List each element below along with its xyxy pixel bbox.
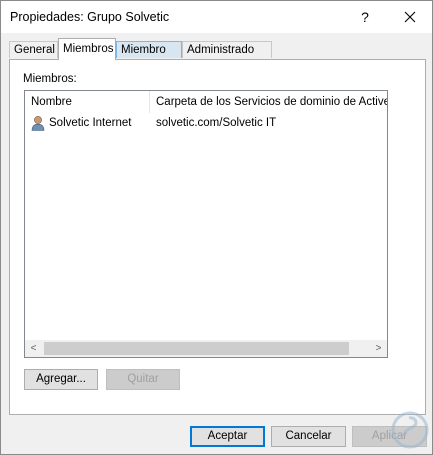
user-icon xyxy=(31,116,45,131)
add-button[interactable]: Agregar... xyxy=(24,369,98,390)
tab-strip: General Miembros Miembro de Administrado… xyxy=(1,37,432,73)
remove-button[interactable]: Quitar xyxy=(106,369,180,390)
title-bar: Propiedades: Grupo Solvetic ? xyxy=(1,1,432,33)
member-name: Solvetic Internet xyxy=(49,117,132,129)
cancel-button[interactable]: Cancelar xyxy=(271,426,346,447)
close-button[interactable] xyxy=(396,4,424,30)
tab-page-miembros: Miembros: Nombre Carpeta de los Servicio… xyxy=(9,59,426,415)
horizontal-scrollbar[interactable]: < > xyxy=(25,340,387,357)
column-header-nombre[interactable]: Nombre xyxy=(25,91,149,113)
watermark-logo xyxy=(391,411,429,449)
tab-administrado-por[interactable]: Administrado por xyxy=(182,41,272,73)
scrollbar-thumb[interactable] xyxy=(44,342,349,355)
list-header: Nombre Carpeta de los Servicios de domin… xyxy=(25,91,387,113)
scroll-left-button[interactable]: < xyxy=(25,340,42,357)
help-button[interactable]: ? xyxy=(351,4,379,30)
tab-miembro-de[interactable]: Miembro de xyxy=(116,41,182,73)
members-list[interactable]: Nombre Carpeta de los Servicios de domin… xyxy=(24,90,388,358)
scroll-right-button[interactable]: > xyxy=(370,340,387,357)
ok-button[interactable]: Aceptar xyxy=(190,426,265,447)
member-folder: solvetic.com/Solvetic IT xyxy=(156,117,277,129)
members-label: Miembros: xyxy=(23,73,77,85)
tab-miembros[interactable]: Miembros xyxy=(58,38,116,60)
close-icon xyxy=(404,11,416,23)
properties-dialog: Propiedades: Grupo Solvetic ? General Mi… xyxy=(0,0,433,455)
column-header-carpeta[interactable]: Carpeta de los Servicios de dominio de A… xyxy=(150,91,387,113)
window-title: Propiedades: Grupo Solvetic xyxy=(10,10,170,24)
list-item[interactable]: Solvetic Internet solvetic.com/Solvetic … xyxy=(25,114,387,132)
tab-general[interactable]: General xyxy=(9,41,58,58)
